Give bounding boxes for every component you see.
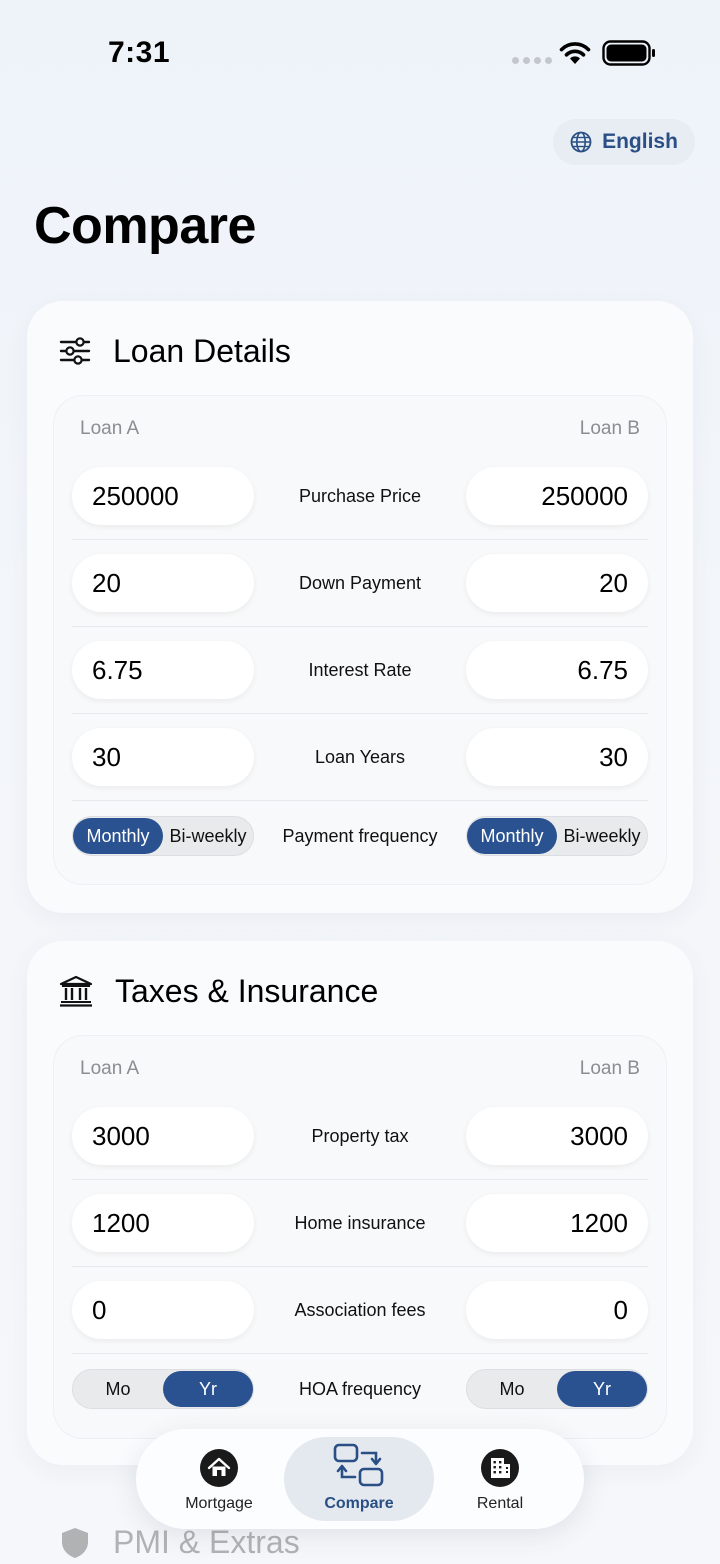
taxes-insurance-card: Taxes & Insurance Loan A Loan B 3000 Pro… bbox=[27, 941, 693, 1465]
loan-b-hoa-frequency-toggle: Mo Yr bbox=[466, 1369, 648, 1409]
loan-details-title: Loan Details bbox=[113, 332, 291, 369]
loan-b-mo-option[interactable]: Mo bbox=[467, 1371, 557, 1407]
loan-b-header: Loan B bbox=[579, 1058, 640, 1079]
down-payment-row: 20 Down Payment 20 bbox=[72, 539, 648, 627]
taxes-insurance-header: Taxes & Insurance bbox=[59, 971, 378, 1011]
status-bar: 7:31 bbox=[0, 0, 720, 100]
loan-details-panel: Loan A Loan B 250000 Purchase Price 2500… bbox=[53, 395, 667, 885]
pmi-extras-header: PMI & Extras bbox=[61, 1524, 300, 1561]
interest-rate-row: 6.75 Interest Rate 6.75 bbox=[72, 626, 648, 714]
battery-icon bbox=[602, 40, 655, 66]
tab-compare-label: Compare bbox=[324, 1495, 394, 1512]
cellular-signal-icon bbox=[512, 57, 552, 64]
page-title: Compare bbox=[34, 197, 256, 255]
tab-rental[interactable]: Rental bbox=[425, 1437, 575, 1521]
home-insurance-row: 1200 Home insurance 1200 bbox=[72, 1179, 648, 1267]
property-tax-row: 3000 Property tax 3000 bbox=[72, 1092, 648, 1180]
loan-b-association-fees-input[interactable]: 0 bbox=[466, 1281, 648, 1339]
shield-icon bbox=[62, 1527, 88, 1558]
house-icon bbox=[200, 1449, 238, 1487]
tab-rental-label: Rental bbox=[476, 1495, 524, 1512]
sliders-icon bbox=[59, 337, 91, 365]
globe-icon bbox=[570, 131, 592, 153]
purchase-price-row: 250000 Purchase Price 250000 bbox=[72, 452, 648, 540]
wifi-icon bbox=[559, 42, 591, 64]
pmi-extras-title: PMI & Extras bbox=[113, 1524, 300, 1560]
tab-compare[interactable]: Compare bbox=[284, 1437, 434, 1521]
taxes-insurance-panel: Loan A Loan B 3000 Property tax 3000 120… bbox=[53, 1035, 667, 1439]
loan-b-biweekly-option[interactable]: Bi-weekly bbox=[557, 818, 647, 854]
association-fees-row: 0 Association fees 0 bbox=[72, 1266, 648, 1354]
loan-b-home-insurance-input[interactable]: 1200 bbox=[466, 1194, 648, 1252]
loan-a-header: Loan A bbox=[80, 418, 140, 439]
loan-details-card: Loan Details Loan A Loan B 250000 Purcha… bbox=[27, 301, 693, 913]
status-time: 7:31 bbox=[108, 36, 171, 69]
loan-a-header: Loan A bbox=[80, 1058, 140, 1079]
compare-arrows-icon bbox=[333, 1443, 384, 1487]
language-selector-button[interactable]: English bbox=[553, 119, 695, 165]
loan-b-monthly-option[interactable]: Monthly bbox=[467, 818, 557, 854]
loan-b-interest-rate-input[interactable]: 6.75 bbox=[466, 641, 648, 699]
tab-mortgage-label: Mortgage bbox=[185, 1495, 253, 1512]
loan-b-down-payment-input[interactable]: 20 bbox=[466, 554, 648, 612]
bank-building-icon bbox=[59, 975, 93, 1007]
loan-b-property-tax-input[interactable]: 3000 bbox=[466, 1107, 648, 1165]
loan-details-header: Loan Details bbox=[59, 331, 291, 371]
language-label: English bbox=[602, 130, 678, 153]
bottom-tab-bar: Mortgage Compare Rental bbox=[136, 1429, 584, 1529]
hoa-frequency-row: Mo Yr HOA frequency Mo Yr bbox=[72, 1354, 648, 1424]
loan-b-header: Loan B bbox=[579, 418, 640, 439]
taxes-insurance-title: Taxes & Insurance bbox=[115, 972, 379, 1009]
loan-b-loan-years-input[interactable]: 30 bbox=[466, 728, 648, 786]
loan-b-payment-frequency-toggle: Monthly Bi-weekly bbox=[466, 816, 648, 856]
loan-b-purchase-price-input[interactable]: 250000 bbox=[466, 467, 648, 525]
loan-years-row: 30 Loan Years 30 bbox=[72, 713, 648, 801]
loan-b-yr-option[interactable]: Yr bbox=[557, 1371, 647, 1407]
tab-mortgage[interactable]: Mortgage bbox=[144, 1437, 294, 1521]
payment-frequency-row: Monthly Bi-weekly Payment frequency Mont… bbox=[72, 801, 648, 871]
building-icon bbox=[481, 1449, 519, 1487]
